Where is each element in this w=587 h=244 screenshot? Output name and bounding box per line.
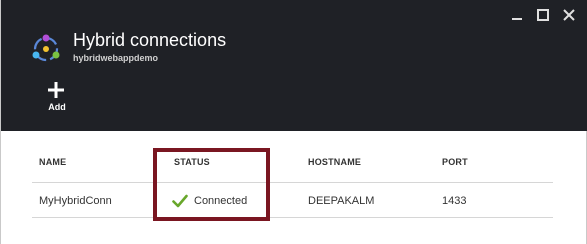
table-header-row: NAME STATUS HOSTNAME PORT <box>32 142 553 183</box>
cell-name: MyHybridConn <box>39 195 112 207</box>
cell-status: Connected <box>172 194 247 208</box>
table-row[interactable]: MyHybridConn Connected DEEPAKALM 1433 <box>32 183 553 218</box>
status-text: Connected <box>194 195 248 207</box>
plus-icon <box>48 82 64 98</box>
page-title: Hybrid connections <box>73 30 227 50</box>
cell-port: 1433 <box>442 195 467 207</box>
column-header-status[interactable]: STATUS <box>174 157 210 167</box>
column-header-port[interactable]: PORT <box>442 157 468 167</box>
page-subtitle: hybridwebappdemo <box>73 53 159 63</box>
close-icon[interactable] <box>558 5 580 25</box>
checkmark-icon <box>172 194 188 208</box>
column-header-hostname[interactable]: HOSTNAME <box>308 157 361 167</box>
add-button[interactable]: Add <box>43 82 71 114</box>
hybrid-connections-icon <box>30 33 62 65</box>
connections-table: NAME STATUS HOSTNAME PORT MyHybridConn C… <box>32 142 553 218</box>
hybrid-connections-blade: Hybrid connections hybridwebappdemo Add … <box>0 0 587 244</box>
blade-header: Hybrid connections hybridwebappdemo Add <box>1 0 587 131</box>
maximize-icon[interactable] <box>532 5 554 25</box>
minimize-icon[interactable] <box>506 5 528 25</box>
add-label: Add <box>48 102 66 112</box>
column-header-name[interactable]: NAME <box>39 157 66 167</box>
cell-hostname: DEEPAKALM <box>308 195 375 207</box>
